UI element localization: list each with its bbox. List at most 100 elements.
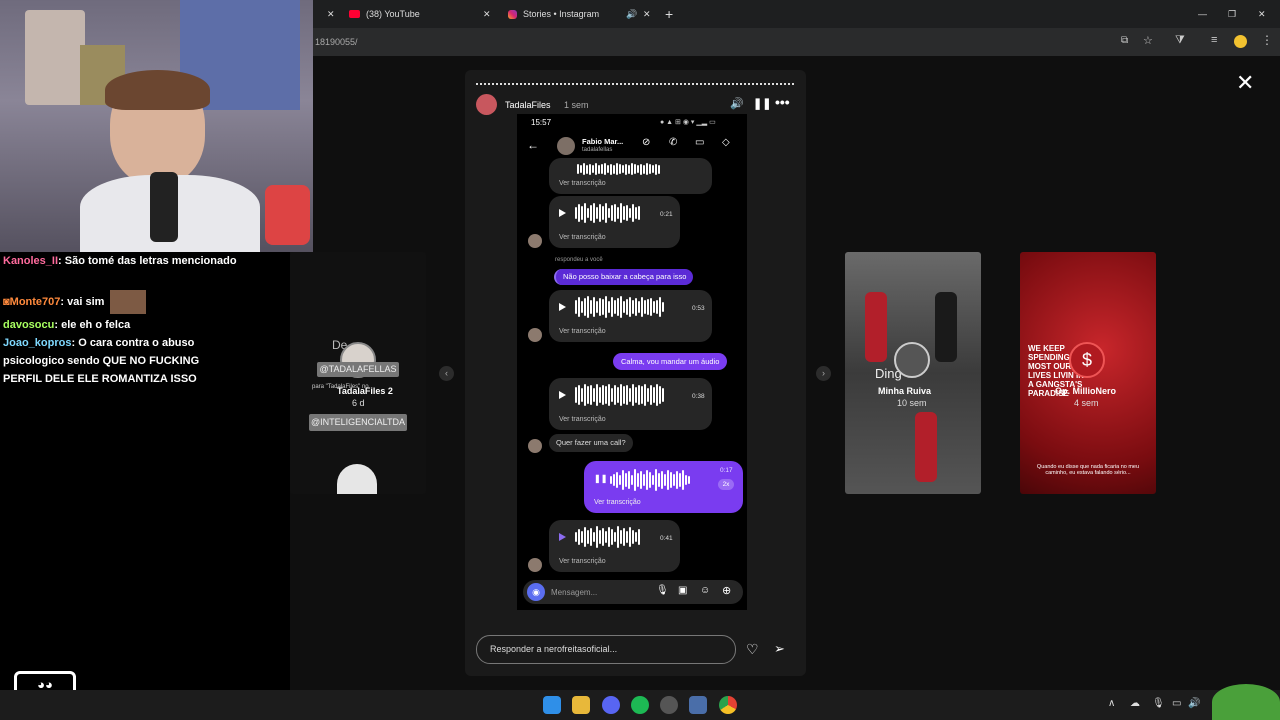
story-progress-bars	[476, 83, 795, 85]
window-close-icon[interactable]: ✕	[1258, 0, 1266, 28]
volume-icon[interactable]: 🔊	[730, 97, 744, 110]
media-controls-icon[interactable]: ≡	[1211, 34, 1217, 46]
story-username[interactable]: TadalaFiles	[505, 100, 551, 110]
browser-menu-icon[interactable]: ⋮	[1261, 33, 1273, 47]
chrome-icon[interactable]	[719, 696, 737, 714]
sent-message-1: Calma, vou mandar um áudio	[613, 353, 728, 370]
chat-message: ◙Monte707: vai sim	[0, 290, 290, 314]
next-story-button[interactable]: ›	[816, 366, 831, 381]
address-bar[interactable]: 18190055/ ⧉ ☆ ⧩ ≡ ⋮	[313, 28, 1280, 56]
right-preview-1-avatar	[894, 342, 930, 378]
install-app-icon[interactable]: ⧉	[1121, 35, 1128, 46]
chat-message: Kanoles_II: São tomé das letras menciona…	[3, 255, 237, 267]
duration: 0:53	[692, 305, 705, 312]
waveform	[575, 384, 664, 406]
playback-speed: 2x	[718, 479, 734, 490]
audio-playing-icon[interactable]: 🔊	[626, 0, 637, 28]
ver-transcricao: Ver transcrição	[594, 499, 641, 506]
phone-clock: 15:57	[531, 118, 552, 127]
chat-username: Monte707	[9, 295, 61, 308]
waveform	[610, 469, 690, 491]
spotify-icon[interactable]	[631, 696, 649, 714]
waveform	[575, 202, 640, 224]
share-send-icon[interactable]: ➢	[774, 641, 785, 657]
tab-close-icon-left[interactable]: ✕	[327, 0, 335, 28]
right-story-preview-1[interactable]: Ding Minha Ruiva 10 sem	[845, 252, 981, 494]
tray-network-icon[interactable]: ▭	[1172, 698, 1181, 709]
discord-icon[interactable]	[602, 696, 620, 714]
ver-transcricao: Ver transcrição	[559, 416, 606, 423]
tab-youtube-close-icon[interactable]: ✕	[483, 0, 491, 28]
stream-chat: Kanoles_II: São tomé das letras menciona…	[0, 252, 290, 701]
reply-input[interactable]: Responder a nerofreitasoficial...	[476, 635, 736, 664]
tray-chevron-icon[interactable]: ∧	[1108, 698, 1115, 709]
left-preview-title: TadalaFiles 2	[337, 386, 393, 396]
sender-avatar	[528, 234, 542, 248]
right-preview-2-caption: Quando eu disse que nada ficaria no meu …	[1036, 464, 1140, 476]
tab-instagram-label: Stories • Instagram	[523, 9, 600, 19]
phone-call-icon: ✆	[669, 137, 678, 148]
chat-text: São tomé das letras mencionado	[64, 255, 237, 267]
play-icon	[559, 391, 566, 399]
duration: 0:38	[692, 393, 705, 400]
tray-volume-icon[interactable]: 🔊	[1188, 698, 1200, 709]
tab-youtube-label: (38) YouTube	[366, 9, 420, 19]
sent-voice-message: ❚❚ 0:17 2x Ver transcrição	[584, 461, 743, 513]
windows-start-icon[interactable]	[543, 696, 561, 714]
phone-input-placeholder: Mensagem...	[551, 588, 598, 597]
voice-message-2: 0:53 Ver transcrição	[549, 290, 712, 342]
like-heart-icon[interactable]: ♡	[746, 641, 759, 658]
chat-text: ele eh o felca	[61, 319, 131, 331]
right-story-preview-2[interactable]: WE KEEP SPENDING MOST OUR LIVES LIVIN IN…	[1020, 252, 1156, 494]
tray-cloud-icon[interactable]: ☁	[1130, 698, 1140, 709]
youtube-icon	[349, 10, 360, 18]
chat-message: Joao_kopros: O cara contra o abuso psico…	[3, 337, 200, 385]
left-story-preview[interactable]: De o @TADALAFELLAS para "TadalaFiles" no…	[290, 252, 426, 494]
emote-image	[109, 290, 146, 314]
dollar-avatar-icon: $	[1069, 342, 1105, 378]
pause-icon[interactable]: ❚❚	[753, 97, 771, 110]
obs-icon[interactable]	[660, 696, 678, 714]
profile-avatar[interactable]	[1234, 35, 1247, 48]
close-stories-icon[interactable]: ✕	[1236, 70, 1254, 96]
mic-icon: 🎙	[656, 585, 669, 596]
tab-instagram-close-icon[interactable]: ✕	[643, 0, 651, 28]
maximize-icon[interactable]: ❐	[1228, 0, 1236, 28]
voice-message-1: 0:21 Ver transcrição	[549, 196, 680, 248]
prev-story-button[interactable]: ‹	[439, 366, 454, 381]
extensions-icon[interactable]: ⧩	[1175, 34, 1185, 47]
tab-youtube[interactable]: (38) YouTube	[349, 0, 489, 28]
waveform	[575, 296, 664, 318]
phone-back-arrow-icon: ←	[527, 138, 539, 152]
voice-message-5: 0:41 Ver transcrição	[549, 520, 680, 572]
story-user-avatar[interactable]	[476, 94, 497, 115]
minimize-icon[interactable]: —	[1198, 0, 1207, 28]
ccleaner-icon[interactable]	[689, 696, 707, 714]
file-explorer-icon[interactable]	[572, 696, 590, 714]
tag-icon: ◇	[722, 137, 730, 148]
replied-label: respondeu a você	[555, 257, 603, 263]
waveform	[577, 158, 660, 180]
sender-avatar	[528, 558, 542, 572]
sticker-icon: ☺	[700, 585, 711, 596]
story-more-icon[interactable]: •••	[775, 94, 790, 110]
ver-transcricao: Ver transcrição	[559, 328, 606, 335]
duration: 0:17	[720, 467, 733, 474]
camera-icon: ◉	[527, 583, 545, 601]
tray-mic-icon[interactable]: 🎙	[1152, 698, 1165, 709]
reply-placeholder: Responder a nerofreitasoficial...	[490, 644, 618, 654]
wall-poster	[25, 10, 85, 105]
pause-audio-icon: ❚❚	[594, 474, 608, 483]
webcam-overlay	[0, 0, 313, 252]
new-tab-icon[interactable]: +	[665, 0, 673, 28]
bookmark-star-icon[interactable]: ☆	[1143, 34, 1153, 47]
sender-avatar	[528, 328, 542, 342]
received-message-2: Quer fazer uma call?	[549, 434, 633, 452]
phone-message-input: ◉ Mensagem... 🎙 ▣ ☺ ⊕	[523, 580, 743, 604]
pepe-emote	[1212, 684, 1280, 720]
contact-avatar	[557, 137, 575, 155]
left-preview-figure	[337, 464, 377, 494]
received-message-1: Não posso baixar a cabeça para isso	[554, 269, 694, 285]
duration: 0:21	[660, 211, 673, 218]
browser-tab-bar: ✕ (38) YouTube ✕ Stories • Instagram 🔊 ✕…	[313, 0, 1280, 28]
